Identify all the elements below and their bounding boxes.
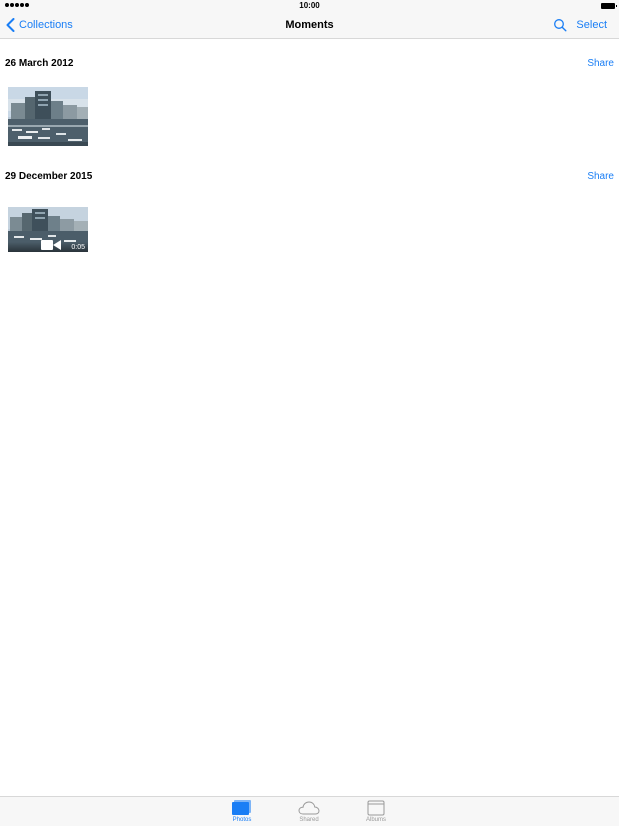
marina-photo <box>8 87 88 146</box>
battery-icon <box>601 3 617 9</box>
photos-icon <box>232 800 251 815</box>
tab-photos[interactable]: Photos <box>222 799 262 826</box>
cloud-icon <box>298 801 320 815</box>
back-button[interactable]: Collections <box>6 18 73 32</box>
share-button[interactable]: Share <box>587 58 614 69</box>
search-icon[interactable] <box>553 18 567 32</box>
tab-bar: Photos Shared Albums <box>0 796 619 826</box>
page-title: Moments <box>285 19 334 31</box>
select-button[interactable]: Select <box>576 19 607 31</box>
navigation-bar: Collections Moments Select <box>0 13 619 39</box>
tab-label: Shared <box>299 817 319 823</box>
status-bar: 10:00 <box>0 0 619 13</box>
video-thumbnail[interactable]: 0:05 <box>8 207 88 252</box>
share-button[interactable]: Share <box>587 171 614 182</box>
photo-thumbnail[interactable] <box>8 87 88 146</box>
video-overlay: 0:05 <box>8 240 88 252</box>
chevron-left-icon <box>6 18 15 32</box>
moment-date: 29 December 2015 <box>5 171 93 182</box>
moment-date: 26 March 2012 <box>5 58 74 69</box>
status-time: 10:00 <box>299 1 320 10</box>
tab-label: Albums <box>365 817 386 823</box>
tab-albums[interactable]: Albums <box>356 799 396 826</box>
back-button-label: Collections <box>19 19 73 31</box>
video-duration: 0:05 <box>71 244 85 251</box>
moment-header: 29 December 2015 Share <box>0 171 619 187</box>
tab-label: Photos <box>232 817 252 823</box>
albums-icon <box>367 800 385 816</box>
tab-shared[interactable]: Shared <box>289 799 329 826</box>
moment-header: 26 March 2012 Share <box>0 58 619 74</box>
